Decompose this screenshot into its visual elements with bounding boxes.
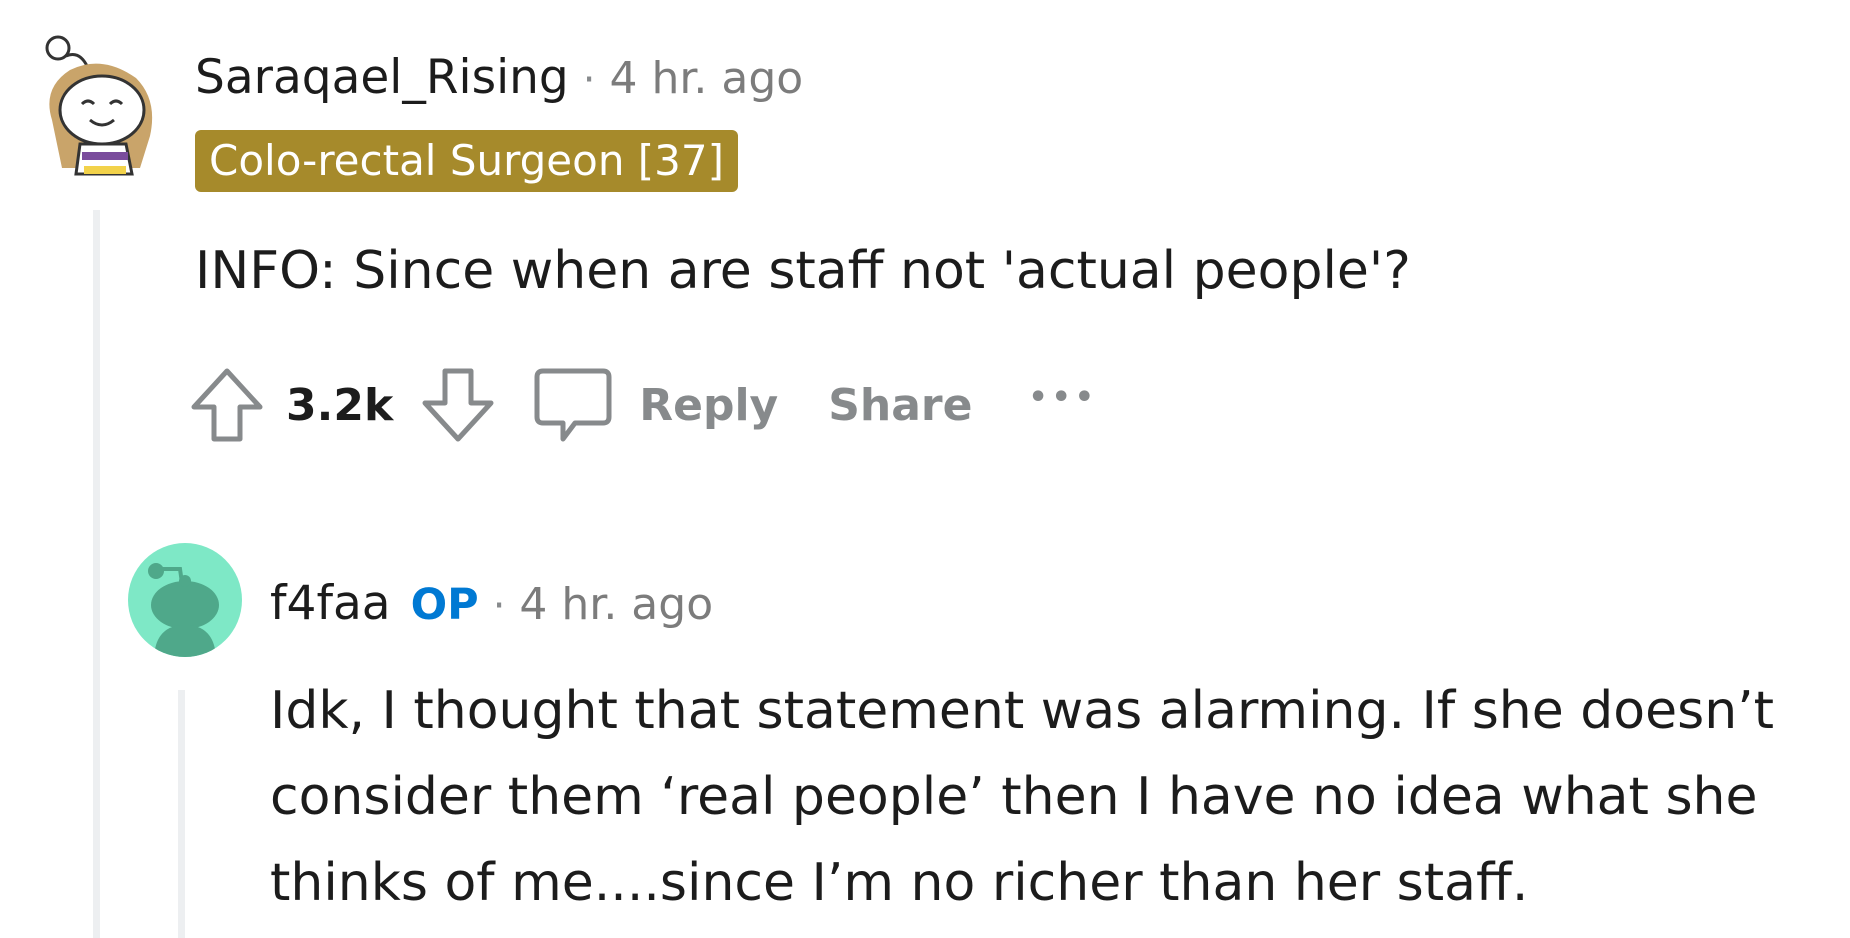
downvote-arrow-icon — [422, 368, 494, 442]
username[interactable]: f4faa — [270, 576, 391, 631]
upvote-arrow-icon — [191, 368, 263, 442]
upvote-button[interactable] — [188, 365, 266, 445]
downvote-button[interactable] — [419, 365, 497, 445]
timestamp[interactable]: 4 hr. ago — [609, 53, 803, 104]
reply-label[interactable]: Reply — [639, 380, 778, 431]
share-button[interactable]: Share — [828, 380, 972, 431]
user-flair: Colo-rectal Surgeon [37] — [195, 130, 739, 192]
avatar[interactable] — [128, 543, 242, 657]
reply-button[interactable]: Reply — [533, 365, 778, 445]
comment-action-bar: 3.2k Reply Share ••• — [188, 360, 1098, 450]
default-snoo-avatar-icon — [148, 563, 219, 657]
meta-separator: · — [582, 57, 596, 103]
thread-line-top[interactable] — [93, 210, 100, 938]
timestamp[interactable]: 4 hr. ago — [519, 579, 713, 630]
meta-separator: · — [492, 583, 506, 629]
comment-text: INFO: Since when are staff not 'actual p… — [195, 241, 1411, 301]
avatar[interactable] — [40, 28, 160, 178]
comment-bubble-icon — [534, 368, 612, 442]
comment-text: Idk, I thought that statement was alarmi… — [270, 681, 1775, 913]
more-options-button[interactable]: ••• — [1028, 380, 1098, 415]
thread-line-reply[interactable] — [178, 690, 185, 938]
comment-header: f4faa OP · 4 hr. ago — [270, 576, 713, 631]
comment-header: Saraqael_Rising · 4 hr. ago — [195, 50, 803, 105]
username[interactable]: Saraqael_Rising — [195, 50, 569, 105]
op-badge: OP — [410, 580, 479, 630]
snoo-avatar-icon — [45, 35, 153, 176]
vote-count: 3.2k — [286, 379, 394, 431]
